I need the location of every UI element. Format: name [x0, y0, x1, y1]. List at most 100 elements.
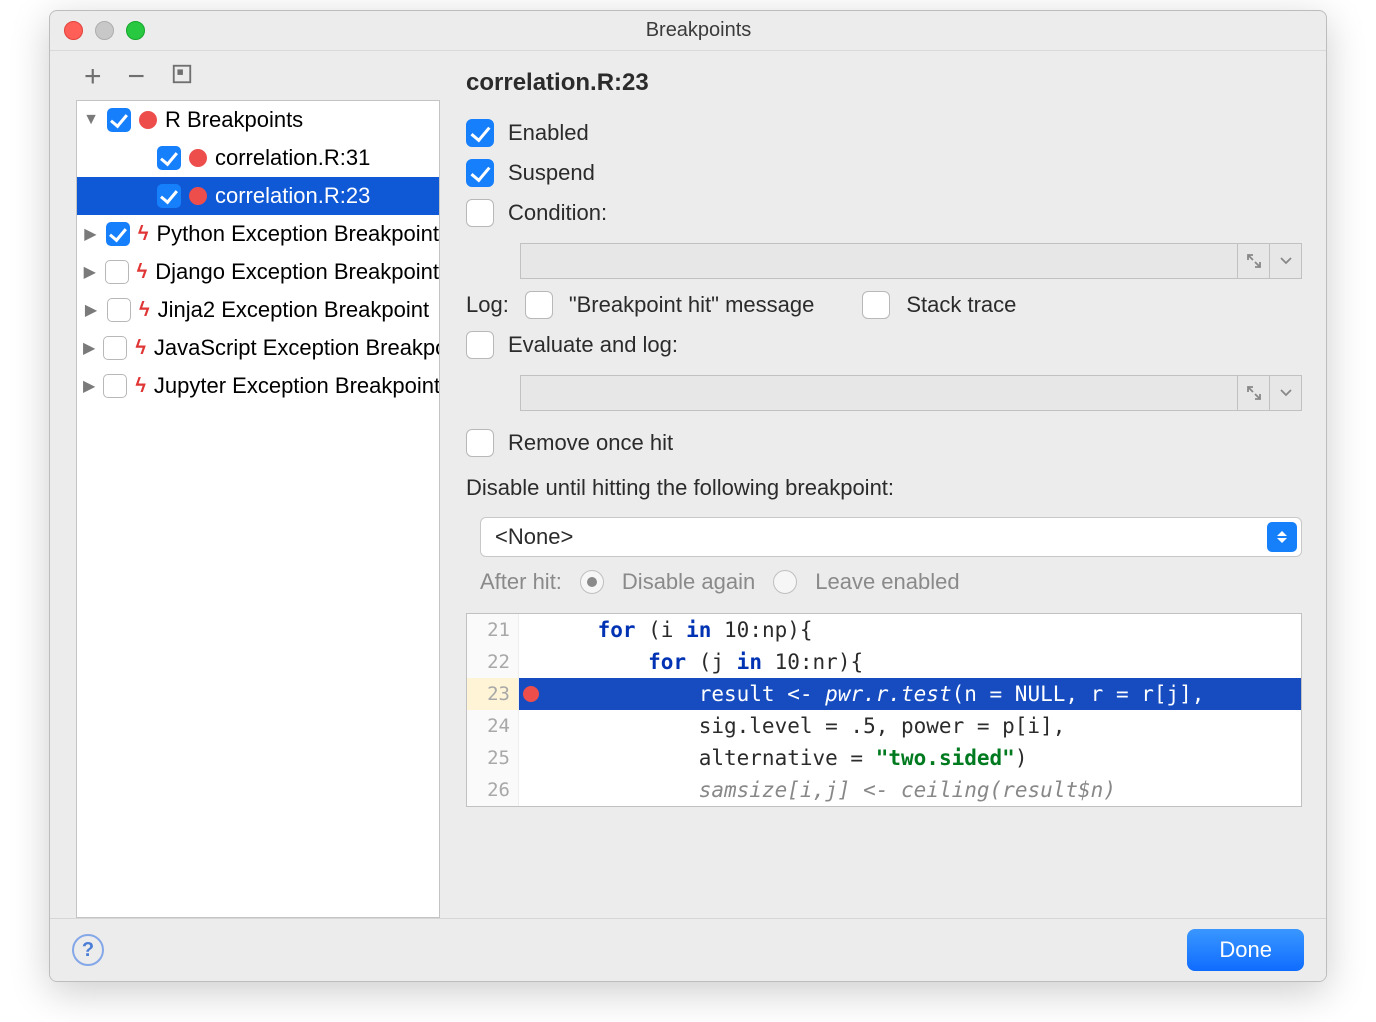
group-checkbox[interactable] — [106, 222, 130, 246]
chevron-down-icon[interactable] — [1269, 376, 1301, 410]
disclosure-icon[interactable]: ▶ — [83, 262, 97, 282]
enabled-label: Enabled — [508, 120, 589, 146]
breakpoint-gutter[interactable] — [519, 686, 543, 702]
item-label: correlation.R:23 — [215, 183, 370, 209]
code-line: 22 for (j in 10:nr){ — [467, 646, 1301, 678]
line-number: 22 — [467, 646, 519, 678]
code-text: for (j in 10:nr){ — [543, 646, 863, 678]
group-checkbox[interactable] — [107, 108, 131, 132]
tree-group[interactable]: ▶ϟDjango Exception Breakpoint — [77, 253, 439, 291]
group-label: JavaScript Exception Breakpoint — [154, 335, 439, 361]
group-label: Django Exception Breakpoint — [155, 259, 439, 285]
group-label: Jinja2 Exception Breakpoint — [158, 297, 430, 323]
tree-toolbar: + − — [50, 63, 440, 100]
log-stack-checkbox[interactable] — [862, 291, 890, 319]
chevron-down-icon[interactable] — [1269, 244, 1301, 278]
exception-bolt-icon: ϟ — [139, 299, 150, 322]
code-text: for (i in 10:np){ — [543, 614, 813, 646]
suspend-label: Suspend — [508, 160, 595, 186]
log-label: Log: — [466, 292, 509, 318]
group-label: Python Exception Breakpoint — [156, 221, 439, 247]
enabled-checkbox[interactable] — [466, 119, 494, 147]
code-line: 25 alternative = "two.sided") — [467, 742, 1301, 774]
group-checkbox[interactable] — [103, 374, 127, 398]
breakpoint-details-panel: correlation.R:23 Enabled Suspend Conditi… — [440, 51, 1326, 918]
group-by-icon[interactable] — [171, 63, 193, 90]
code-text: samsize[i,j] <- ceiling(result$n) — [543, 774, 1116, 806]
disclosure-icon[interactable]: ▶ — [83, 224, 98, 244]
log-hit-label: "Breakpoint hit" message — [569, 292, 815, 318]
tree-group[interactable]: ▶ ϟ Python Exception Breakpoint — [77, 215, 439, 253]
after-hit-leave-label: Leave enabled — [815, 569, 959, 595]
breakpoint-tree[interactable]: ▼ R Breakpoints correlation.R:31 correlatio… — [76, 100, 440, 918]
line-number: 23 — [467, 678, 519, 710]
window-title: Breakpoints — [145, 19, 1252, 42]
condition-checkbox[interactable] — [466, 199, 494, 227]
maximize-icon[interactable] — [126, 21, 145, 40]
line-number: 26 — [467, 774, 519, 806]
tree-item[interactable]: correlation.R:23 — [77, 177, 439, 215]
remove-once-hit-label: Remove once hit — [508, 430, 673, 456]
add-breakpoint-button[interactable]: + — [84, 68, 102, 86]
group-checkbox[interactable] — [105, 260, 129, 284]
condition-input[interactable] — [520, 243, 1302, 279]
expand-icon[interactable] — [1237, 376, 1269, 410]
after-hit-label: After hit: — [480, 569, 562, 595]
breakpoint-dot-icon — [189, 149, 207, 167]
dialog-footer: ? Done — [50, 918, 1326, 981]
line-number: 25 — [467, 742, 519, 774]
disclosure-icon[interactable]: ▶ — [83, 376, 95, 396]
exception-bolt-icon: ϟ — [135, 337, 146, 360]
after-hit-disable-label: Disable again — [622, 569, 755, 595]
evaluate-log-checkbox[interactable] — [466, 331, 494, 359]
help-button[interactable]: ? — [72, 934, 104, 966]
exception-bolt-icon: ϟ — [135, 375, 146, 398]
item-label: correlation.R:31 — [215, 145, 370, 171]
disable-until-label: Disable until hitting the following brea… — [466, 475, 1302, 501]
log-hit-checkbox[interactable] — [525, 291, 553, 319]
disclosure-icon[interactable]: ▼ — [83, 111, 99, 129]
disclosure-icon[interactable]: ▶ — [83, 338, 95, 358]
line-number: 21 — [467, 614, 519, 646]
expand-icon[interactable] — [1237, 244, 1269, 278]
code-line: 26 samsize[i,j] <- ceiling(result$n) — [467, 774, 1301, 806]
remove-once-hit-checkbox[interactable] — [466, 429, 494, 457]
window-controls — [64, 21, 145, 40]
exception-bolt-icon: ϟ — [138, 223, 149, 246]
group-label: Jupyter Exception Breakpoint — [154, 373, 439, 399]
done-button[interactable]: Done — [1187, 929, 1304, 971]
remove-breakpoint-button[interactable]: − — [128, 68, 146, 86]
log-stack-label: Stack trace — [906, 292, 1016, 318]
code-text: alternative = "two.sided") — [543, 742, 1027, 774]
group-checkbox[interactable] — [107, 298, 131, 322]
item-checkbox[interactable] — [157, 184, 181, 208]
breakpoints-dialog: Breakpoints + − ▼ R Breakpoints correlatio… — [49, 10, 1327, 982]
code-line: 23 result <- pwr.r.test(n = NULL, r = r[… — [467, 678, 1301, 710]
disable-until-select[interactable]: <None> — [480, 517, 1302, 557]
breakpoint-dot-icon — [189, 187, 207, 205]
code-line: 21 for (i in 10:np){ — [467, 614, 1301, 646]
evaluate-log-input[interactable] — [520, 375, 1302, 411]
line-number: 24 — [467, 710, 519, 742]
code-text: sig.level = .5, power = p[i], — [543, 710, 1065, 742]
evaluate-log-label: Evaluate and log: — [508, 332, 678, 358]
condition-label: Condition: — [508, 200, 607, 226]
tree-item[interactable]: correlation.R:31 — [77, 139, 439, 177]
breakpoint-tree-panel: + − ▼ R Breakpoints correlation.R:31 correl… — [50, 51, 440, 918]
tree-group[interactable]: ▶ ϟ Jupyter Exception Breakpoint — [77, 367, 439, 405]
after-hit-leave-radio[interactable] — [773, 570, 797, 594]
disable-until-value: <None> — [495, 524, 573, 550]
updown-icon — [1267, 522, 1297, 552]
code-preview: 21 for (i in 10:np){22 for (j in 10:nr){… — [466, 613, 1302, 807]
group-label: R Breakpoints — [165, 107, 303, 133]
disclosure-icon[interactable]: ▶ — [83, 300, 99, 320]
tree-group[interactable]: ▶ ϟ JavaScript Exception Breakpoint — [77, 329, 439, 367]
tree-group[interactable]: ▶ ϟ Jinja2 Exception Breakpoint — [77, 291, 439, 329]
group-checkbox[interactable] — [103, 336, 127, 360]
tree-group[interactable]: ▼ R Breakpoints — [77, 101, 439, 139]
item-checkbox[interactable] — [157, 146, 181, 170]
after-hit-disable-radio[interactable] — [580, 570, 604, 594]
suspend-checkbox[interactable] — [466, 159, 494, 187]
close-icon[interactable] — [64, 21, 83, 40]
details-title: correlation.R:23 — [466, 69, 1302, 97]
